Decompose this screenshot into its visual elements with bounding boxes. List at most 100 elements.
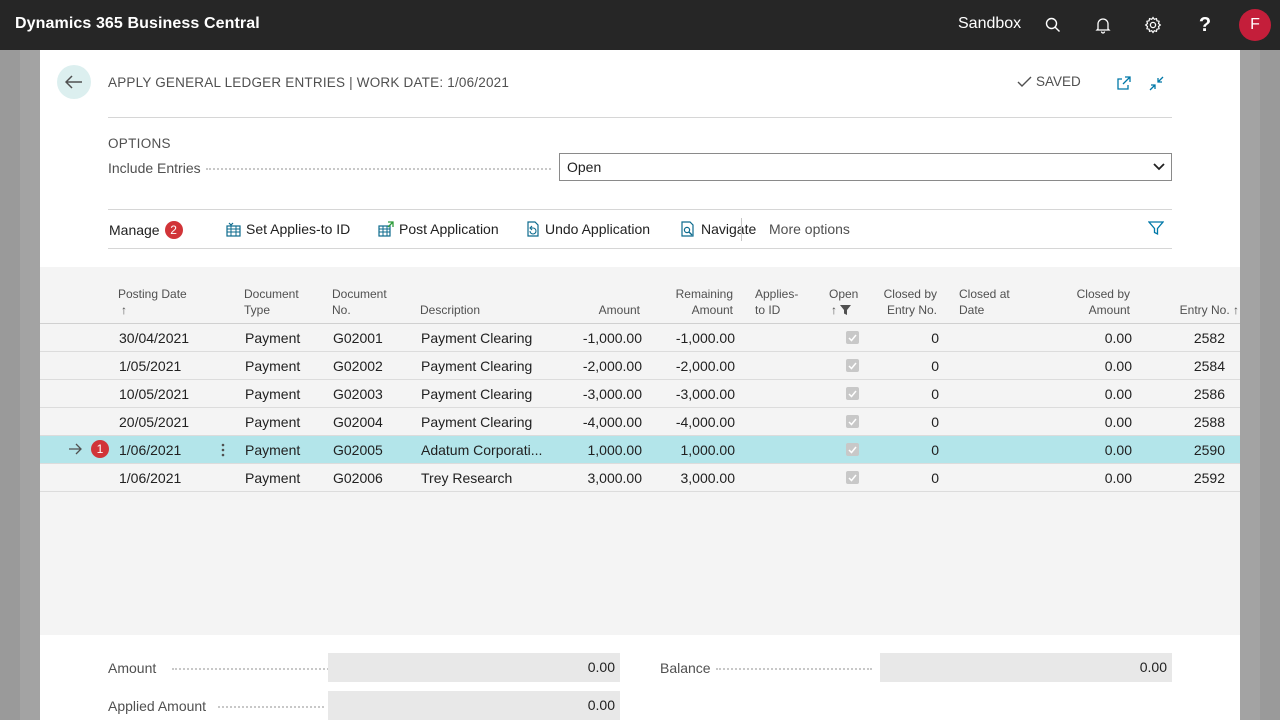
environment-name: Sandbox (958, 15, 1022, 32)
col-document-type-label-1: Document (244, 287, 299, 301)
open-checkbox[interactable] (846, 387, 859, 400)
field-leader-dots (716, 668, 872, 670)
open-in-new-window-icon[interactable] (1114, 73, 1134, 93)
cell-document-no[interactable]: G02004 (333, 414, 383, 430)
include-entries-value: Open (567, 159, 602, 175)
current-row-arrow-icon (69, 443, 82, 455)
col-closed-entry-label-2: Entry No. (886, 303, 937, 317)
action-separator (741, 218, 742, 241)
col-closed-by-amount[interactable]: Closed by Amount (1050, 286, 1130, 318)
app-title[interactable]: Dynamics 365 Business Central (15, 15, 260, 33)
gear-icon[interactable] (1141, 13, 1165, 37)
step-badge-2: 2 (164, 221, 183, 239)
col-entry-no[interactable]: Entry No. ↑ (1140, 302, 1239, 318)
col-document-no[interactable]: Document No. (332, 286, 387, 318)
open-checkbox[interactable] (846, 415, 859, 428)
open-checkbox[interactable] (846, 359, 859, 372)
cell-document-no[interactable]: G02001 (333, 330, 383, 346)
cell-closed-by-amount: 0.00 (1104, 330, 1132, 346)
row-actions-menu-icon[interactable] (219, 442, 227, 458)
totals-footer: Amount 0.00 Balance 0.00 Applied Amount … (40, 635, 1240, 720)
cell-posting-date: 10/05/2021 (119, 386, 190, 402)
grid-header: Posting Date ↑ Document Type Document No… (40, 267, 1240, 324)
open-checkbox[interactable] (846, 471, 859, 484)
open-checkbox[interactable] (846, 331, 859, 344)
more-options-button[interactable]: More options (769, 221, 850, 237)
table-row[interactable]: 20/05/2021 Payment G02004 Payment Cleari… (40, 408, 1240, 436)
back-arrow-icon (65, 75, 82, 89)
help-icon[interactable]: ? (1193, 13, 1217, 37)
post-application-label: Post Application (399, 221, 499, 237)
col-closed-at-date[interactable]: Closed at Date (959, 286, 1010, 318)
col-applies-to-id[interactable]: Applies- to ID (755, 286, 798, 318)
navigate-button[interactable]: Navigate (680, 221, 756, 237)
back-button[interactable] (57, 65, 91, 99)
amount-total-label: Amount (108, 660, 157, 676)
open-checkbox[interactable] (846, 443, 859, 456)
action-bar-divider (108, 248, 1172, 249)
cell-closed-by-amount: 0.00 (1104, 358, 1132, 374)
cell-amount: -2,000.00 (582, 358, 642, 374)
cell-document-type: Payment (245, 442, 301, 458)
col-amount[interactable]: Amount (560, 302, 640, 318)
cell-document-no[interactable]: G02002 (333, 358, 383, 374)
cell-closed-by-entry: 0 (931, 414, 939, 430)
undo-application-button[interactable]: Undo Application (525, 221, 650, 237)
cell-document-no[interactable]: G02003 (333, 386, 383, 402)
cell-amount: 3,000.00 (587, 470, 643, 486)
col-posting-date[interactable]: Posting Date ↑ (118, 286, 187, 318)
table-row[interactable]: 30/04/2021 Payment G02001 Payment Cleari… (40, 324, 1240, 352)
bell-icon[interactable] (1091, 13, 1115, 37)
filter-pane-button[interactable] (1148, 220, 1164, 236)
col-closed-amount-label-1: Closed by (1076, 287, 1130, 301)
cell-closed-by-amount: 0.00 (1104, 442, 1132, 458)
cell-remaining-amount: 1,000.00 (680, 442, 736, 458)
cell-entry-no: 2582 (1193, 330, 1225, 346)
cell-document-type: Payment (245, 386, 301, 402)
cell-remaining-amount: -4,000.00 (675, 414, 735, 430)
sort-up-icon: ↑ (1233, 303, 1239, 317)
search-icon[interactable] (1041, 13, 1065, 37)
table-row[interactable]: 1/06/2021 Payment G02006 Trey Research 3… (40, 464, 1240, 492)
cell-closed-by-entry: 0 (931, 442, 939, 458)
col-closed-at-label-2: Date (959, 303, 985, 317)
cell-closed-by-amount: 0.00 (1104, 386, 1132, 402)
include-entries-select[interactable]: Open (559, 153, 1172, 181)
saved-status: SAVED (1017, 74, 1081, 89)
table-row[interactable]: 1/05/2021 Payment G02002 Payment Clearin… (40, 352, 1240, 380)
post-application-button[interactable]: Post Application (378, 221, 499, 237)
set-applies-to-id-button[interactable]: Set Applies-to ID (226, 221, 350, 237)
balance-value: 0.00 (880, 653, 1172, 682)
top-bar: Dynamics 365 Business Central Sandbox ? … (0, 0, 1280, 50)
cell-closed-by-amount: 0.00 (1104, 414, 1132, 430)
col-remaining-amount[interactable]: Remaining Amount (653, 286, 733, 318)
col-open[interactable]: Open ↑ (829, 286, 858, 318)
col-document-no-label-1: Document (332, 287, 387, 301)
cell-entry-no: 2586 (1193, 386, 1225, 402)
cell-description: Payment Clearing (421, 330, 533, 346)
cell-document-no[interactable]: G02005 (333, 442, 383, 458)
col-remaining-label-1: Remaining (675, 287, 733, 301)
cell-document-type: Payment (245, 330, 301, 346)
collapse-icon[interactable] (1146, 73, 1166, 93)
col-open-label: Open (829, 287, 859, 301)
table-row[interactable]: 10/05/2021 Payment G02003 Payment Cleari… (40, 380, 1240, 408)
set-applies-icon (226, 222, 241, 237)
cell-description: Adatum Corporati... (421, 442, 543, 458)
balance-label: Balance (660, 660, 711, 676)
col-document-type[interactable]: Document Type (244, 286, 299, 318)
col-description[interactable]: Description (420, 302, 480, 318)
col-open-indicators: ↑ (829, 302, 858, 318)
cell-description: Payment Clearing (421, 358, 533, 374)
table-row-selected[interactable]: 1 1/06/2021 Payment G02005 Adatum Corpor… (40, 436, 1240, 464)
manage-menu[interactable]: Manage 2 (109, 221, 183, 239)
filter-icon (1148, 221, 1164, 236)
cell-document-type: Payment (245, 470, 301, 486)
cell-closed-by-entry: 0 (931, 470, 939, 486)
cell-remaining-amount: -2,000.00 (675, 358, 735, 374)
navigate-icon (681, 221, 694, 237)
user-avatar[interactable]: F (1239, 9, 1271, 41)
col-closed-by-entry[interactable]: Closed by Entry No. (857, 286, 937, 318)
manage-label: Manage (109, 222, 160, 238)
cell-document-no[interactable]: G02006 (333, 470, 383, 486)
